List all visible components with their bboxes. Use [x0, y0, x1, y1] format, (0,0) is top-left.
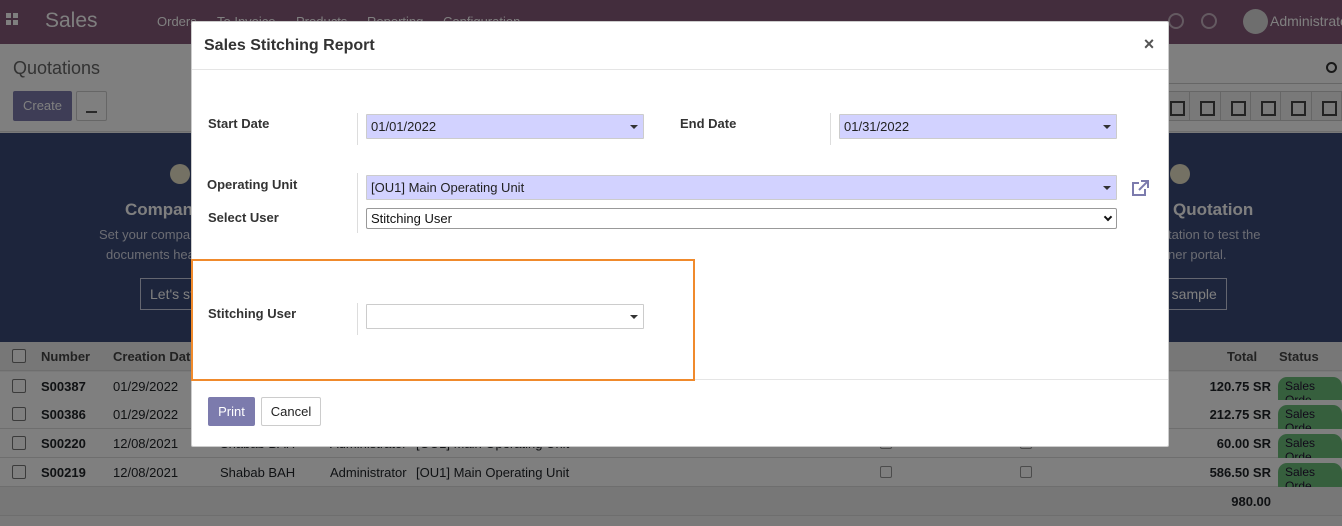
select-user-label: Select User: [208, 210, 279, 225]
start-date-value: 01/01/2022: [371, 119, 437, 134]
start-date-label: Start Date: [208, 116, 270, 131]
chevron-down-icon[interactable]: [1103, 125, 1111, 129]
select-user-dropdown[interactable]: Stitching User: [366, 208, 1117, 229]
dialog-footer: Print Cancel: [192, 379, 1168, 447]
start-date-field[interactable]: 01/01/2022: [366, 114, 644, 139]
operating-unit-field[interactable]: [OU1] Main Operating Unit: [366, 175, 1117, 200]
external-link-icon[interactable]: [1130, 179, 1150, 197]
end-date-label: End Date: [680, 116, 737, 131]
print-button[interactable]: Print: [208, 397, 255, 426]
cancel-button[interactable]: Cancel: [261, 397, 321, 426]
select-user-value: Stitching User: [371, 211, 452, 226]
sales-stitching-report-dialog: Sales Stitching Report × Start Date 01/0…: [191, 21, 1169, 447]
operating-unit-value: [OU1] Main Operating Unit: [371, 180, 525, 195]
operating-unit-label: Operating Unit: [207, 177, 298, 192]
highlight-annotation-box: [191, 259, 695, 381]
field-separator: [830, 113, 831, 145]
chevron-down-icon: [1103, 212, 1113, 222]
dialog-header: Sales Stitching Report ×: [192, 22, 1168, 70]
dialog-title: Sales Stitching Report: [204, 37, 375, 54]
field-separator: [357, 173, 358, 233]
field-separator: [357, 113, 358, 145]
close-icon[interactable]: ×: [1141, 33, 1157, 55]
chevron-down-icon[interactable]: [630, 125, 638, 129]
end-date-field[interactable]: 01/31/2022: [839, 114, 1117, 139]
end-date-value: 01/31/2022: [844, 119, 910, 134]
chevron-down-icon[interactable]: [1103, 186, 1111, 190]
